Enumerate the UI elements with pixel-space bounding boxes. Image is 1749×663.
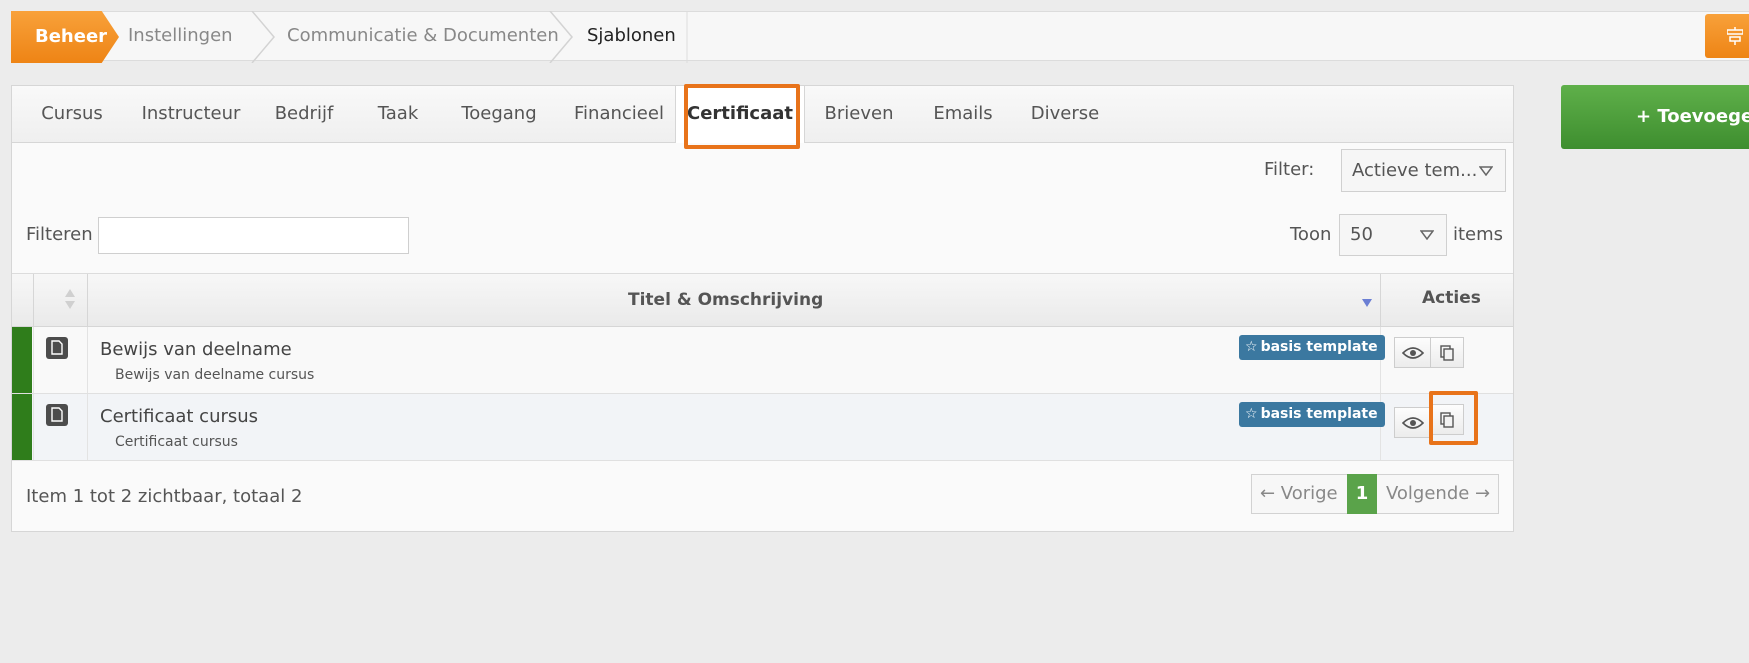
pagination: ← Vorige 1 Volgende → [1251,474,1499,514]
eye-icon [1401,346,1424,359]
caret-down-icon [1420,230,1434,240]
tab-bedrijf[interactable]: Bedrijf [256,86,352,142]
sort-icon[interactable] [64,288,76,310]
row-description: Bewijs van deelname cursus [115,367,315,383]
copy-icon [1440,344,1454,361]
search-input[interactable] [98,217,409,254]
copy-button[interactable] [1430,337,1464,368]
page-size-select[interactable]: 50 [1339,214,1447,256]
basis-template-badge: ☆ basis template [1239,335,1385,360]
tab-brieven[interactable]: Brieven [803,86,915,142]
tab-emails[interactable]: Emails [915,86,1011,142]
toolbar-toggle-button[interactable] [1705,14,1749,58]
breadcrumb-separator [549,11,573,63]
status-filter-value: Actieve tem... [1352,160,1478,181]
eye-icon [1401,416,1424,429]
search-label: Filteren [26,224,93,245]
star-icon: ☆ [1245,339,1258,355]
file-icon [46,337,68,359]
sort-desc-icon[interactable] [1361,298,1373,308]
status-filter-select[interactable]: Actieve tem... [1341,149,1506,192]
row-title[interactable]: Certificaat cursus [100,406,258,427]
basis-template-badge: ☆ basis template [1239,402,1385,427]
view-button[interactable] [1394,407,1431,438]
column-header-title[interactable]: Titel & Omschrijving [628,290,823,310]
page-size-suffix: items [1453,224,1504,245]
pagination-next[interactable]: Volgende → [1386,475,1490,513]
breadcrumb-home[interactable]: Beheer [11,11,119,63]
table-row[interactable]: Bewijs van deelname Bewijs van deelname … [12,327,1513,394]
caret-down-icon [1479,165,1493,176]
tab-certificaat[interactable]: Certificaat [675,86,805,143]
row-description: Certificaat cursus [115,434,238,450]
copy-button[interactable] [1430,404,1464,435]
breadcrumb-item-sjablonen: Sjablonen [587,25,676,46]
filter-label: Filter: [1264,159,1315,180]
pagination-prev[interactable]: ← Vorige [1260,475,1338,513]
tab-cursus[interactable]: Cursus [18,86,126,142]
row-title[interactable]: Bewijs van deelname [100,339,292,360]
breadcrumb-separator [686,11,688,63]
page-size-value: 50 [1350,224,1373,245]
badge-label: basis template [1260,339,1378,355]
status-indicator [12,327,32,393]
pagination-current-page[interactable]: 1 [1347,474,1377,514]
tab-financieel[interactable]: Financieel [554,86,684,142]
file-icon [46,404,68,426]
breadcrumb-item-communicatie[interactable]: Communicatie & Documenten [287,12,559,60]
copy-icon [1440,411,1454,428]
tab-toegang[interactable]: Toegang [444,86,554,142]
page-size-prefix: Toon [1290,224,1332,245]
badge-label: basis template [1260,406,1378,422]
add-button[interactable]: + Toevoegen [1561,85,1749,149]
status-indicator [12,394,32,460]
tab-instructeur[interactable]: Instructeur [126,86,256,142]
toolbar-icon [1727,27,1743,45]
templates-panel: Cursus Instructeur Bedrijf Taak Toegang … [11,84,1514,532]
breadcrumb-item-instellingen[interactable]: Instellingen [128,12,233,60]
tab-bar: Cursus Instructeur Bedrijf Taak Toegang … [12,86,1513,143]
breadcrumb-separator [251,11,275,63]
view-button[interactable] [1394,337,1431,368]
table-header: Titel & Omschrijving Acties [12,273,1513,327]
result-summary: Item 1 tot 2 zichtbaar, totaal 2 [26,486,303,507]
tab-diverse[interactable]: Diverse [1011,86,1119,142]
table-row[interactable]: Certificaat cursus Certificaat cursus ☆ b… [12,394,1513,461]
tab-taak[interactable]: Taak [352,86,444,142]
breadcrumb: Beheer Instellingen Communicatie & Docum… [11,11,1749,63]
column-header-actions: Acties [1422,288,1481,308]
star-icon: ☆ [1245,406,1258,422]
